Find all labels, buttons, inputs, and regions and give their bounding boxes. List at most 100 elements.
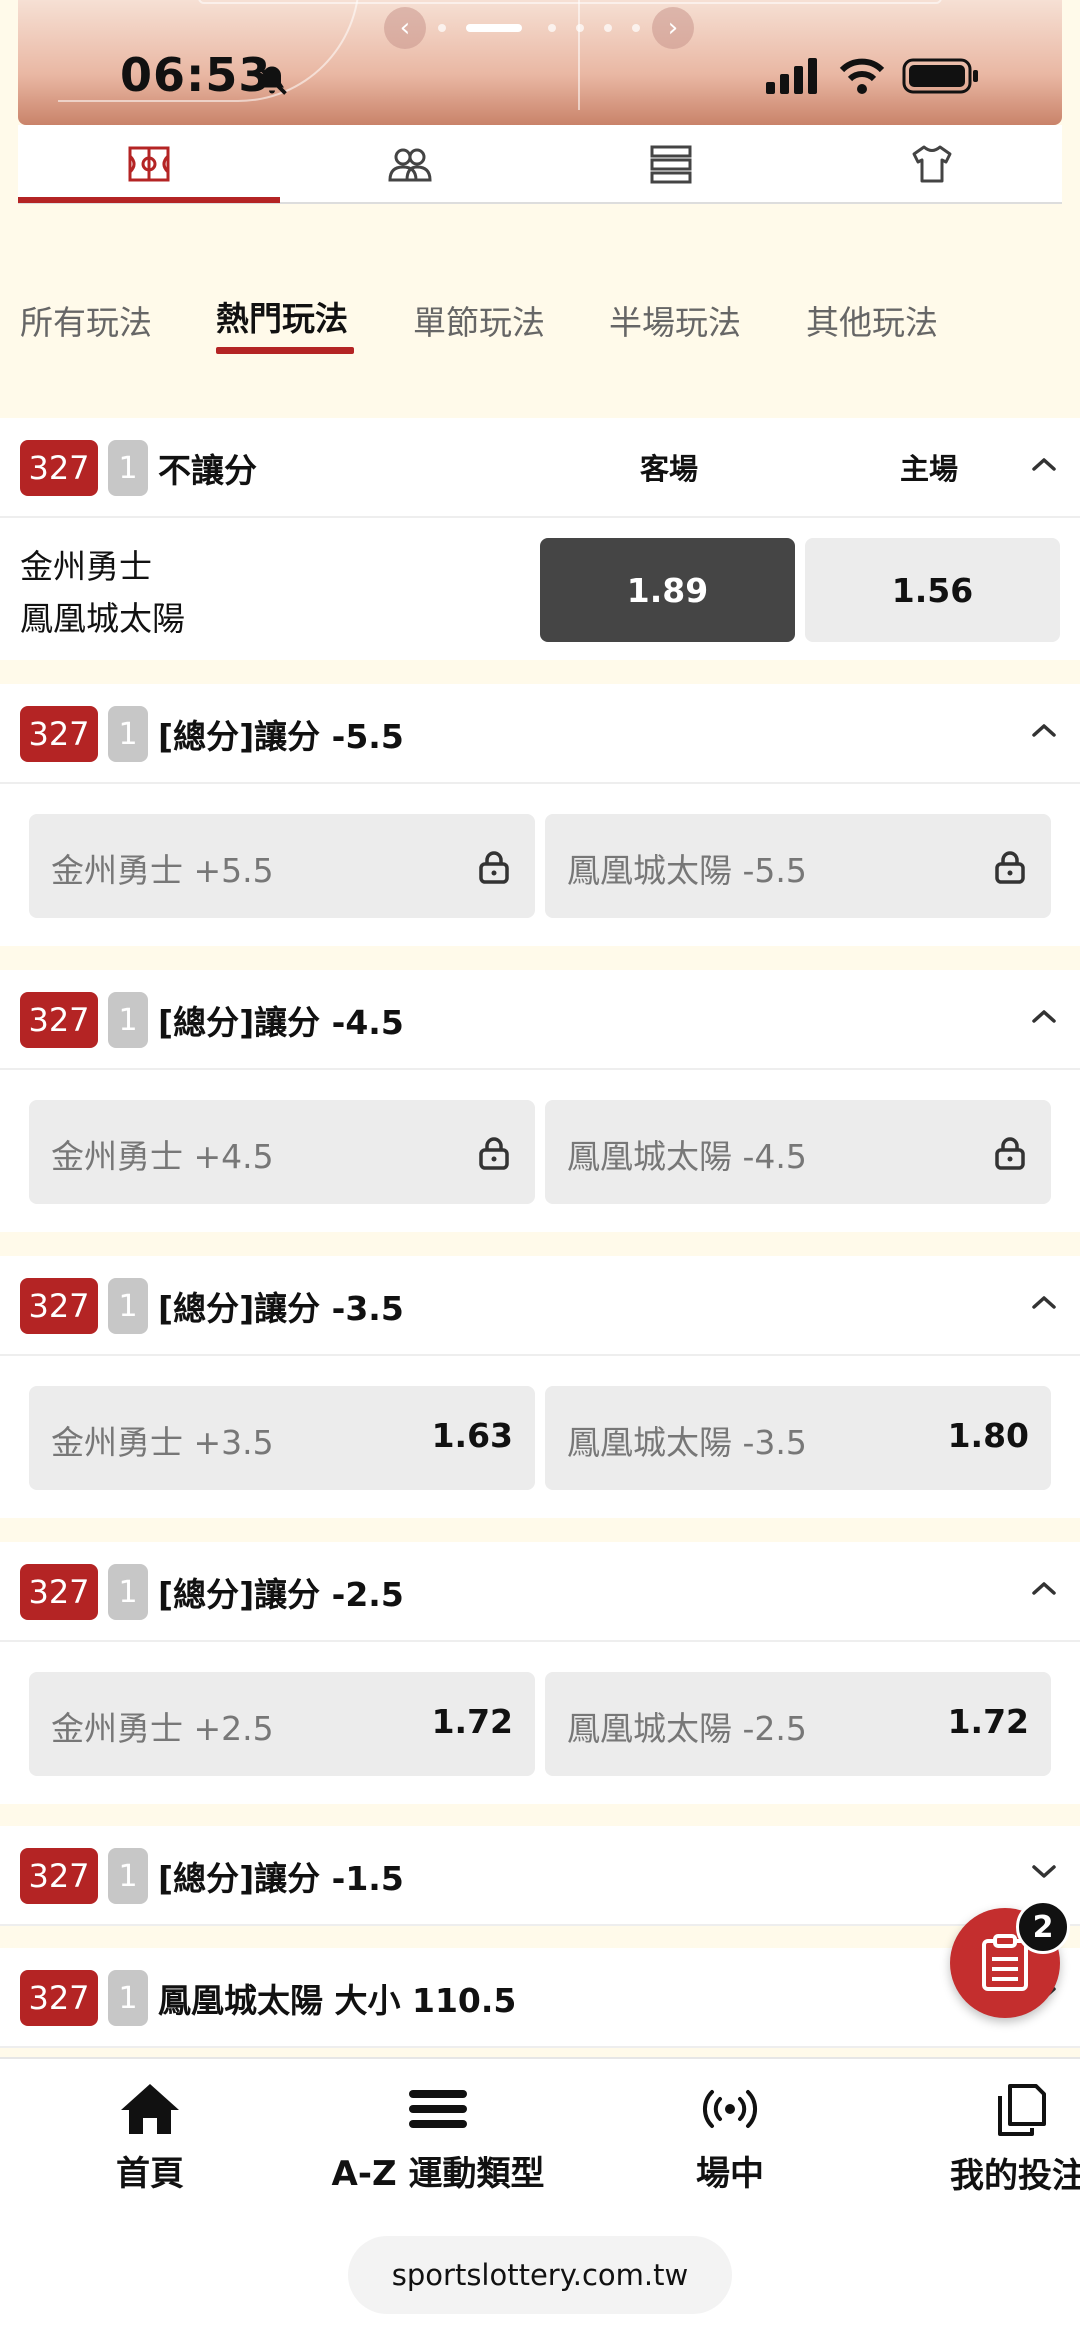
option-odds: 1.63: [431, 1416, 513, 1455]
live-broadcast-icon: [702, 2090, 758, 2128]
odds-away-button-selected[interactable]: 1.89: [540, 538, 795, 642]
market-collapsed: 327 1 鳳凰城太陽 大小 110.5: [0, 1948, 1080, 2048]
team-away-name: 金州勇士: [20, 547, 152, 586]
home-icon: [121, 2084, 179, 2134]
tab-quarter-bets[interactable]: 單節玩法: [413, 296, 545, 344]
tab-popular-bets[interactable]: 熱門玩法: [216, 292, 348, 340]
odds-home-button[interactable]: 1.56: [805, 538, 1060, 642]
tab-other-bets[interactable]: 其他玩法: [806, 296, 938, 344]
market-spread: 327 1 [總分]讓分 -4.5 金州勇士 +4.5 鳳凰城太陽 -4.5: [0, 970, 1080, 1232]
lock-icon: [995, 851, 1025, 884]
nav-live[interactable]: 場中: [680, 2082, 780, 2195]
option-label: 金州勇士 +4.5: [51, 1137, 274, 1176]
cellular-signal-icon: [766, 58, 817, 94]
tab-jersey[interactable]: [801, 125, 1062, 203]
address-bar[interactable]: sportslottery.com.tw: [348, 2236, 732, 2314]
chevron-up-icon[interactable]: [1026, 1570, 1062, 1606]
option-label: 鳳凰城太陽 -5.5: [567, 851, 807, 890]
market-header[interactable]: 327 1 [總分]讓分 -3.5: [0, 1256, 1080, 1356]
nav-az-sports[interactable]: A-Z 運動類型: [328, 2082, 548, 2195]
market-title: [總分]讓分 -2.5: [158, 1575, 404, 1614]
market-title: [總分]讓分 -4.5: [158, 1003, 404, 1042]
market-title: 鳳凰城太陽 大小 110.5: [158, 1981, 517, 2020]
odds-option-home[interactable]: 鳳凰城太陽 -5.5: [545, 814, 1051, 918]
market-spread: 327 1 [總分]讓分 -5.5 金州勇士 +5.5 鳳凰城太陽 -5.5: [0, 684, 1080, 946]
chevron-up-icon[interactable]: [1026, 446, 1062, 482]
market-moneyline: 327 1 不讓分 客場 主場 金州勇士 鳳凰城太陽 1.89 1.56: [0, 418, 1080, 660]
sport-tab-indicator: [18, 197, 280, 203]
lock-icon: [479, 851, 509, 884]
team-home-name: 鳳凰城太陽: [20, 599, 185, 638]
match-id-badge: 327: [20, 706, 98, 762]
nav-my-bets[interactable]: 我的投注: [950, 2082, 1080, 2197]
chevron-up-icon[interactable]: [1026, 1284, 1062, 1320]
chevron-up-icon[interactable]: [1026, 712, 1062, 748]
lock-icon: [995, 1137, 1025, 1170]
jersey-icon: [912, 145, 951, 183]
tab-half-bets[interactable]: 半場玩法: [609, 296, 741, 344]
tab-players[interactable]: [279, 125, 540, 203]
carousel-next-button[interactable]: ›: [652, 7, 694, 49]
option-label: 金州勇士 +3.5: [51, 1423, 274, 1462]
match-id-badge: 327: [20, 1970, 98, 2026]
odds-option-home[interactable]: 鳳凰城太陽 -3.5 1.80: [545, 1386, 1051, 1490]
market-title: [總分]讓分 -3.5: [158, 1289, 404, 1328]
market-header[interactable]: 327 1 [總分]讓分 -1.5: [0, 1826, 1080, 1926]
quarter-badge: 1: [108, 706, 148, 762]
option-label: 金州勇士 +5.5: [51, 851, 274, 890]
option-label: 鳳凰城太陽 -3.5: [567, 1423, 807, 1462]
odds-option-away[interactable]: 金州勇士 +3.5 1.63: [29, 1386, 535, 1490]
option-label: 金州勇士 +2.5: [51, 1709, 274, 1748]
match-id-badge: 327: [20, 1278, 98, 1334]
nav-my-bets-label: 我的投注: [950, 2156, 1080, 2196]
market-header[interactable]: 327 1 [總分]讓分 -2.5: [0, 1542, 1080, 1642]
play-tab-indicator: [216, 347, 354, 354]
option-odds: 1.72: [431, 1702, 513, 1741]
market-header[interactable]: 327 1 不讓分 客場 主場: [0, 418, 1080, 518]
status-time: 06:53: [120, 48, 272, 102]
tab-list[interactable]: [540, 125, 801, 203]
bet-slip-count-badge: 2: [1016, 1900, 1070, 1954]
wifi-icon: [839, 58, 885, 94]
nav-live-label: 場中: [696, 2154, 764, 2194]
market-title: 不讓分: [158, 451, 257, 490]
chevron-down-icon[interactable]: [1026, 1854, 1062, 1890]
carousel-dot-active: [466, 24, 522, 32]
option-odds: 1.80: [947, 1416, 1029, 1455]
battery-icon: [902, 58, 978, 94]
nav-home-label: 首頁: [116, 2154, 184, 2194]
odds-option-away[interactable]: 金州勇士 +5.5: [29, 814, 535, 918]
market-header[interactable]: 327 1 鳳凰城太陽 大小 110.5: [0, 1948, 1080, 2048]
tab-all-bets[interactable]: 所有玩法: [20, 296, 152, 344]
option-label: 鳳凰城太陽 -4.5: [567, 1137, 807, 1176]
option-label: 鳳凰城太陽 -2.5: [567, 1709, 807, 1748]
odds-option-home[interactable]: 鳳凰城太陽 -4.5: [545, 1100, 1051, 1204]
column-home-label: 主場: [900, 452, 959, 486]
market-header[interactable]: 327 1 [總分]讓分 -5.5: [0, 684, 1080, 784]
option-odds: 1.72: [947, 1702, 1029, 1741]
basketball-court-icon: [128, 146, 169, 182]
chevron-up-icon[interactable]: [1026, 998, 1062, 1034]
match-id-badge: 327: [20, 992, 98, 1048]
lock-icon: [479, 1137, 509, 1170]
players-icon: [387, 148, 432, 182]
column-away-label: 客場: [640, 452, 699, 486]
market-header[interactable]: 327 1 [總分]讓分 -4.5: [0, 970, 1080, 1070]
tab-basketball-court[interactable]: [18, 125, 279, 203]
quarter-badge: 1: [108, 1848, 148, 1904]
quarter-badge: 1: [108, 1970, 148, 2026]
list-icon: [650, 145, 691, 184]
market-collapsed: 327 1 [總分]讓分 -1.5: [0, 1826, 1080, 1926]
quarter-badge: 1: [108, 992, 148, 1048]
document-stack-icon: [998, 2084, 1046, 2136]
bell-muted-icon: [257, 65, 287, 95]
odds-option-away[interactable]: 金州勇士 +2.5 1.72: [29, 1672, 535, 1776]
quarter-badge: 1: [108, 440, 148, 496]
carousel-prev-button[interactable]: ‹: [384, 7, 426, 49]
match-id-badge: 327: [20, 1564, 98, 1620]
odds-option-away[interactable]: 金州勇士 +4.5: [29, 1100, 535, 1204]
market-title: [總分]讓分 -1.5: [158, 1859, 404, 1898]
nav-home[interactable]: 首頁: [100, 2082, 200, 2195]
sport-tab-bar: [18, 125, 1062, 203]
odds-option-home[interactable]: 鳳凰城太陽 -2.5 1.72: [545, 1672, 1051, 1776]
